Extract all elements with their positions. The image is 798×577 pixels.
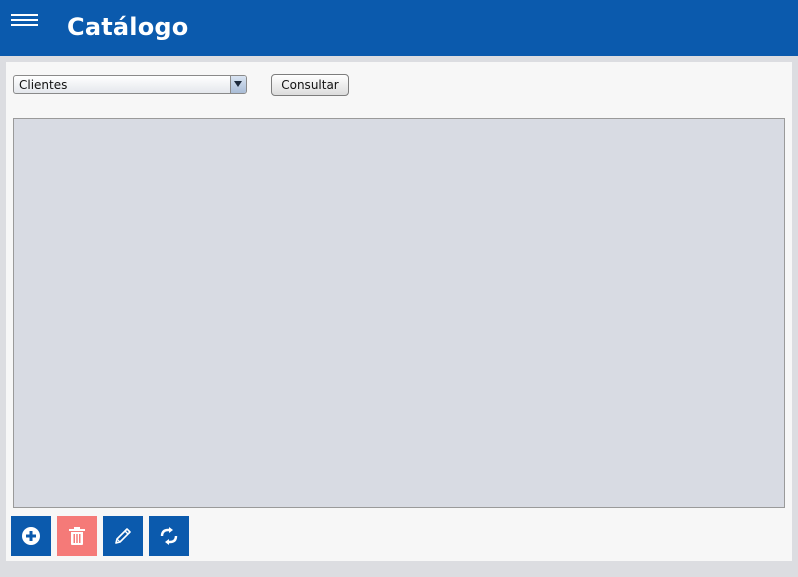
results-table[interactable] <box>13 118 785 508</box>
catalog-select-value: Clientes <box>19 78 68 92</box>
page-title: Catálogo <box>67 13 189 41</box>
trash-icon <box>69 527 85 545</box>
catalog-select[interactable]: Clientes <box>13 75 247 94</box>
chevron-down-icon[interactable] <box>230 76 246 93</box>
sync-arrows-icon <box>160 527 178 545</box>
pencil-icon <box>115 528 131 544</box>
add-button[interactable] <box>11 516 51 556</box>
edit-button[interactable] <box>103 516 143 556</box>
consult-button[interactable]: Consultar <box>271 74 349 96</box>
hamburger-menu-icon[interactable] <box>11 14 38 28</box>
delete-button[interactable] <box>57 516 97 556</box>
plus-circle-icon <box>22 527 40 545</box>
refresh-button[interactable] <box>149 516 189 556</box>
app-header: Catálogo <box>0 0 798 56</box>
